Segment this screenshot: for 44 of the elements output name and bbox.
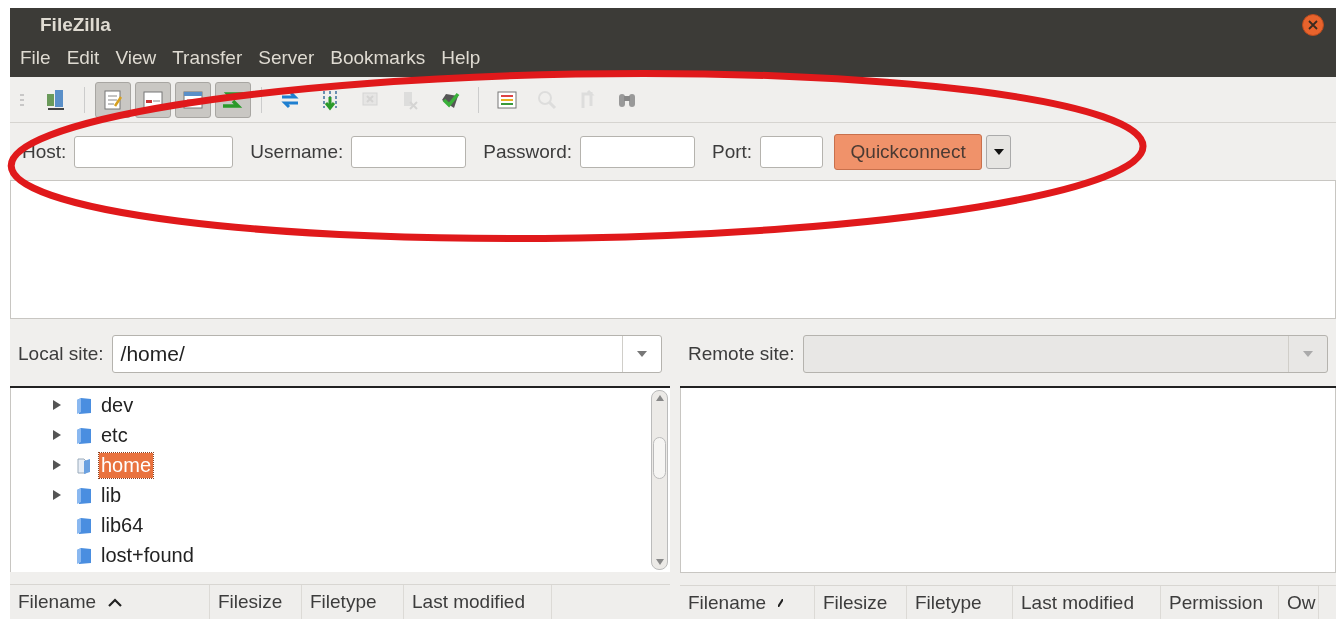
input-field[interactable] [74, 135, 234, 168]
field-label: Username: [250, 140, 344, 163]
folder-name[interactable]: lost+found [99, 542, 196, 568]
menu-item[interactable]: Transfer [164, 47, 251, 69]
scrollbar[interactable] [651, 390, 668, 570]
menu-item[interactable]: View [107, 47, 165, 69]
expander-icon[interactable] [53, 460, 61, 470]
folder-name[interactable]: dev [99, 392, 136, 418]
arrow-icon[interactable] [655, 559, 664, 565]
input-field[interactable] [580, 135, 695, 168]
menu-item[interactable]: Help [433, 47, 489, 69]
quickconnect-button[interactable]: Quickconnect [834, 133, 983, 170]
scrollbar-thumb[interactable] [653, 437, 666, 479]
menu-item[interactable]: Bookmarks [322, 47, 434, 69]
close-icon [1307, 19, 1319, 31]
folder-name[interactable]: lib64 [99, 512, 146, 538]
dropdown-button[interactable] [986, 134, 1012, 169]
expander-icon[interactable] [53, 490, 61, 500]
column-header[interactable]: Filetype [302, 585, 404, 619]
column-header[interactable]: Filesize [210, 585, 302, 619]
menu-item[interactable]: File [12, 47, 59, 69]
input-field[interactable] [351, 135, 467, 168]
close-button[interactable] [1302, 14, 1324, 36]
folder-name[interactable]: etc [99, 422, 130, 448]
window-title: FileZilla [40, 14, 111, 36]
site-label: Local site: [18, 343, 104, 365]
field-label: Port: [712, 140, 753, 163]
caret-icon [993, 148, 1004, 155]
path-combobox[interactable]: /home/ [111, 335, 662, 373]
input-field[interactable] [760, 135, 824, 168]
column-header[interactable]: Last modified [404, 585, 552, 619]
menu-item[interactable]: Server [250, 47, 323, 69]
site-label: Remote site: [688, 343, 795, 365]
expander-icon[interactable] [53, 430, 61, 440]
column-header[interactable]: Filename [10, 585, 210, 619]
toolbar-grip [20, 92, 24, 107]
menu-item[interactable]: Edit [58, 47, 108, 69]
expander-icon[interactable] [53, 400, 61, 410]
message-log-button[interactable] [95, 81, 131, 118]
caret-icon [637, 351, 647, 357]
field-label: Password: [483, 140, 572, 163]
caret-icon [1303, 351, 1313, 357]
arrow-icon[interactable] [655, 395, 664, 401]
folder-name[interactable]: lib [99, 482, 123, 508]
